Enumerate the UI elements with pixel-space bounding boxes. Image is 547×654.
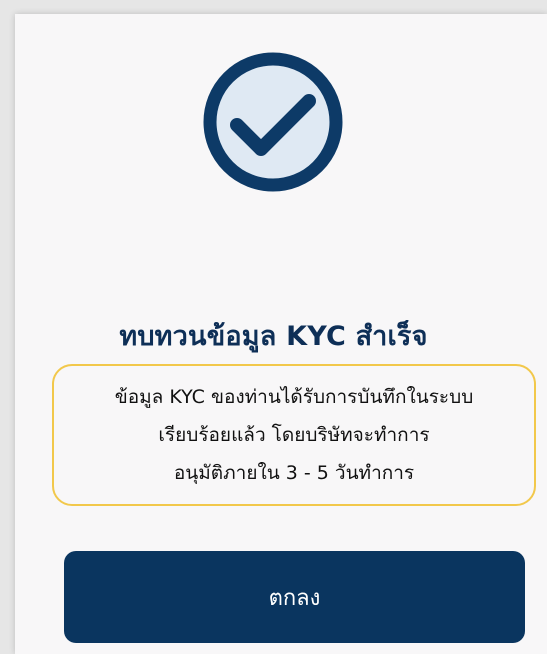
message-box: ข้อมูล KYC ของท่านได้รับการบันทึกในระบบ …: [52, 364, 536, 506]
message-line-3: อนุมัติภายใน 3 - 5 วันทำการ: [173, 462, 415, 484]
ok-button[interactable]: ตกลง: [64, 551, 525, 643]
message-line-1: ข้อมูล KYC ของท่านได้รับการบันทึกในระบบ: [114, 386, 474, 408]
message-line-2: เรียบร้อยแล้ว โดยบริษัทจะทำการ: [158, 424, 430, 446]
check-circle-icon: [203, 52, 343, 192]
dialog-title: ทบทวนข้อมูล KYC สำเร็จ: [119, 321, 428, 352]
